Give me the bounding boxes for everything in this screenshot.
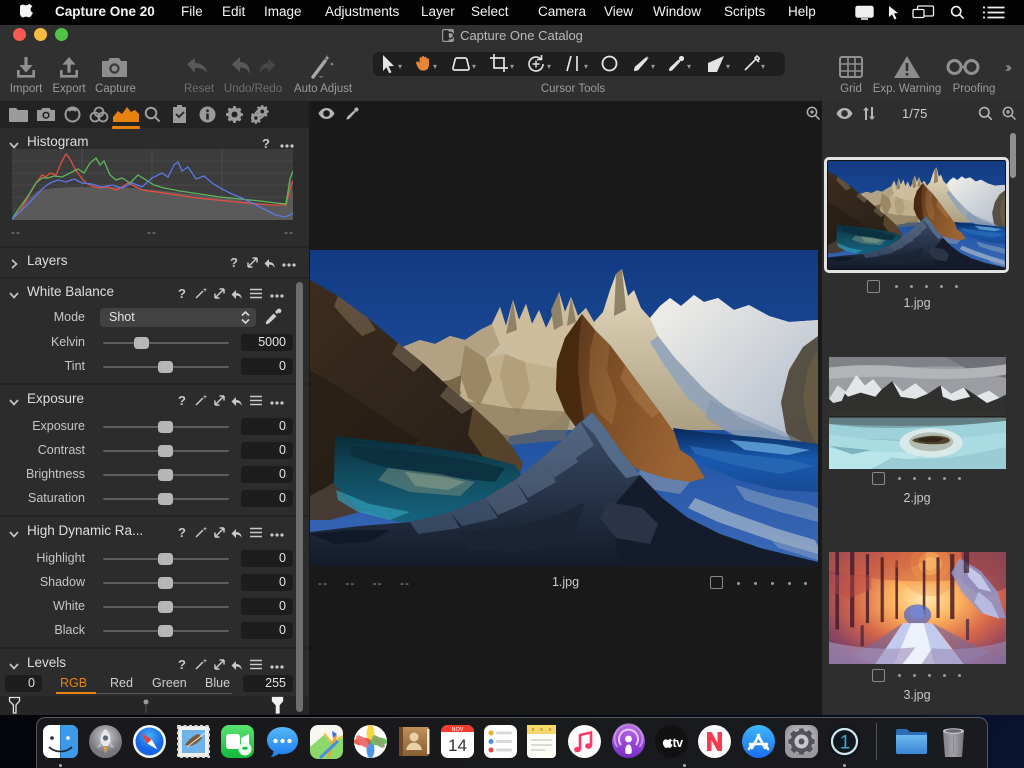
svg-text:NOV: NOV [451, 727, 463, 733]
svg-text:?: ? [262, 136, 270, 150]
svg-text:?: ? [230, 255, 238, 269]
svg-text:?: ? [178, 525, 186, 539]
svg-text:?: ? [178, 393, 186, 407]
svg-text:?: ? [178, 657, 186, 671]
svg-text:14: 14 [448, 736, 467, 755]
svg-text:?: ? [178, 286, 186, 300]
svg-text:1: 1 [839, 733, 850, 754]
svg-text:tv: tv [672, 736, 683, 750]
